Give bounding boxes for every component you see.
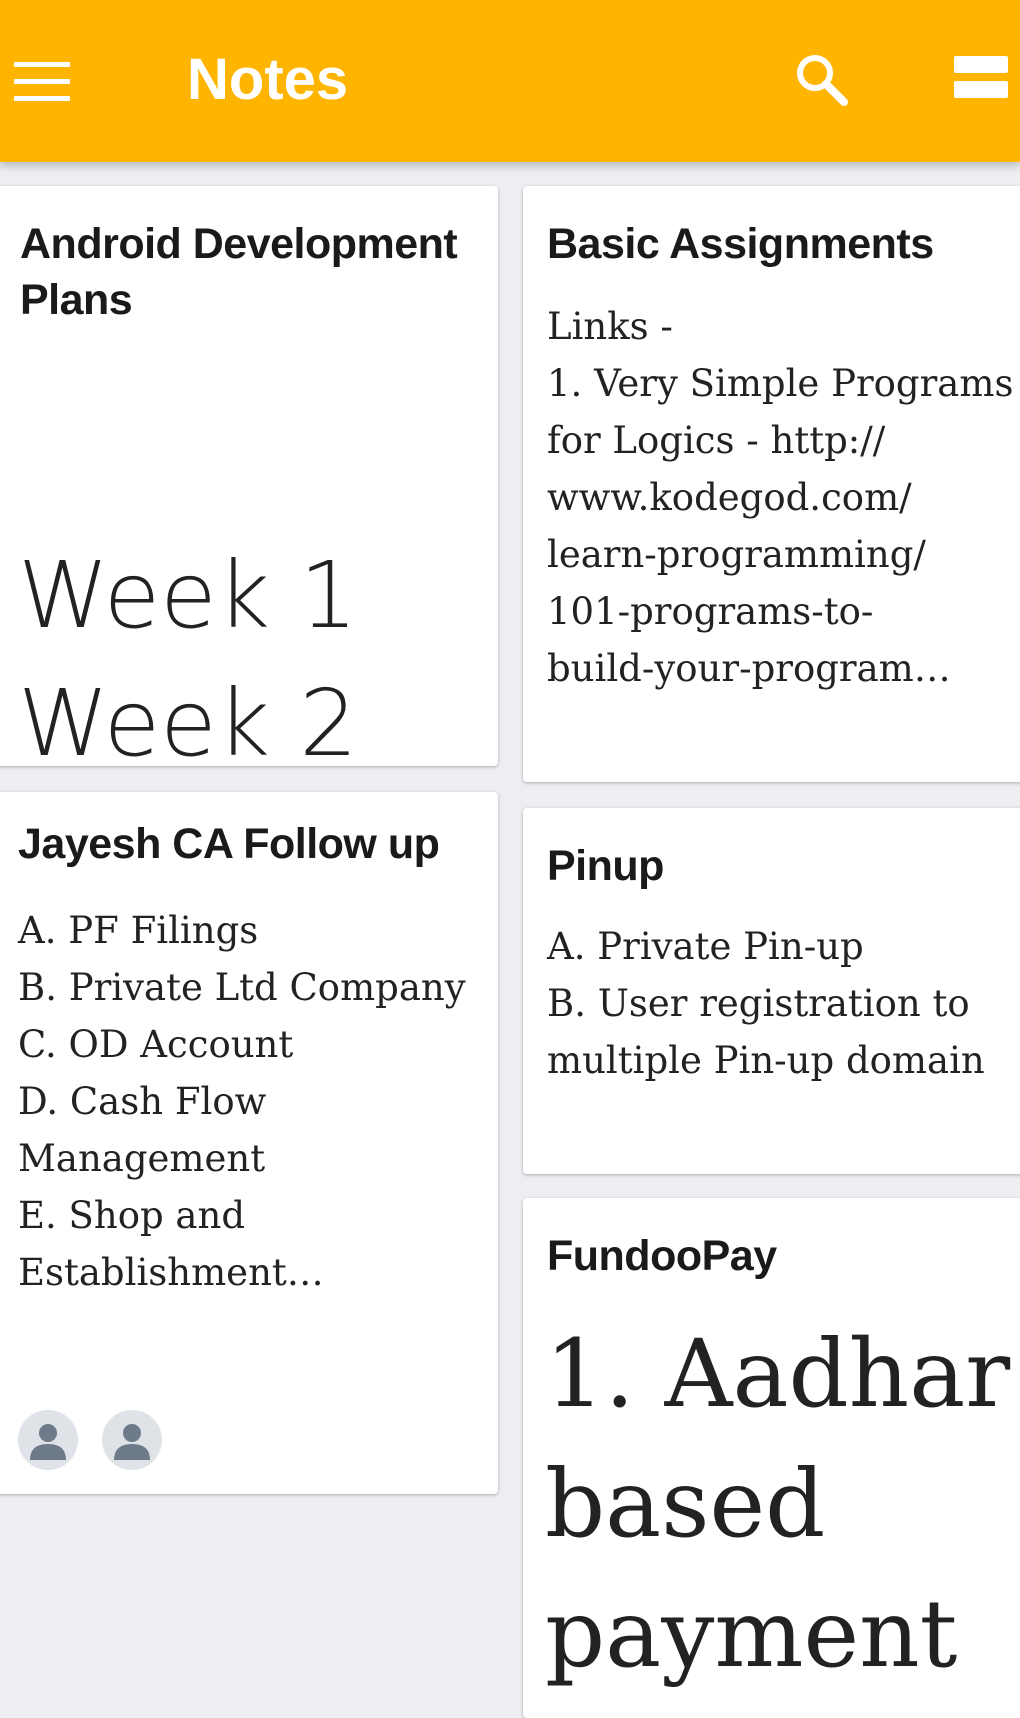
note-card[interactable]: Pinup A. Private Pin-up B. User registra…: [523, 808, 1020, 1174]
app-bar: Notes: [0, 0, 1020, 162]
list-view-toggle-icon[interactable]: [954, 56, 1008, 98]
note-card[interactable]: Android Development Plans Week 1 Week 2 …: [0, 186, 498, 766]
note-card[interactable]: FundooPay 1. Aadhar based payment: [523, 1198, 1020, 1718]
note-title: Jayesh CA Follow up: [18, 820, 440, 868]
note-title: FundooPay: [547, 1232, 777, 1280]
note-title: Basic Assignments: [547, 220, 934, 268]
note-title: Pinup: [547, 842, 664, 890]
collaborator-avatar-icon[interactable]: [102, 1410, 162, 1470]
note-body: Week 1 Week 2 Week 3: [18, 542, 358, 766]
note-body: A. Private Pin-up B. User registration t…: [547, 925, 985, 1082]
search-icon[interactable]: [792, 50, 852, 110]
collaborator-avatar-icon[interactable]: [18, 1410, 78, 1470]
note-body: Links - 1. Very Simple Programs for Logi…: [547, 305, 1014, 690]
note-card[interactable]: Basic Assignments Links - 1. Very Simple…: [523, 186, 1020, 782]
note-card[interactable]: Jayesh CA Follow up A. PF Filings B. Pri…: [0, 792, 498, 1494]
note-body: 1. Aadhar based payment: [545, 1320, 1011, 1689]
app-title: Notes: [187, 47, 349, 112]
note-title: Android Development Plans: [20, 220, 458, 324]
hamburger-menu-icon[interactable]: [14, 62, 70, 102]
note-body: A. PF Filings B. Private Ltd Company C. …: [18, 909, 466, 1294]
